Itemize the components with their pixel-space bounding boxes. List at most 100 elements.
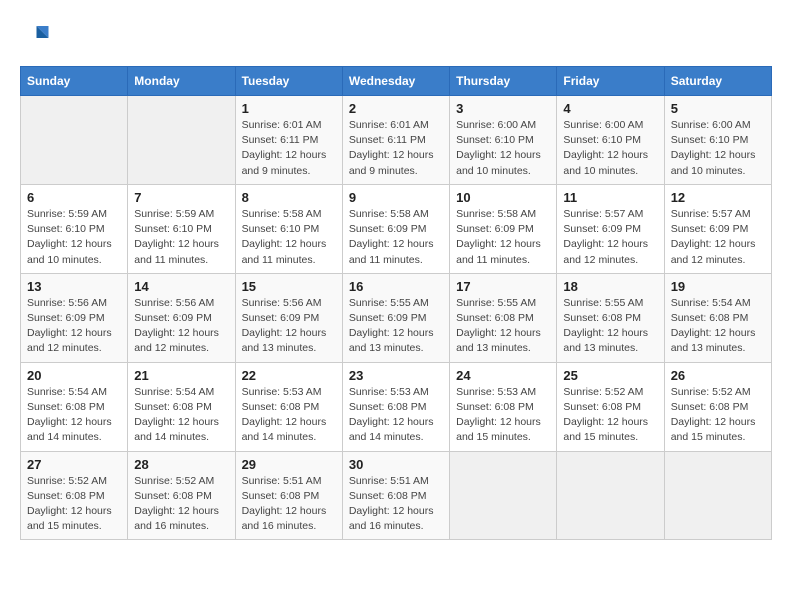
calendar-cell — [557, 451, 664, 540]
calendar-table: SundayMondayTuesdayWednesdayThursdayFrid… — [20, 66, 772, 540]
cell-content: Sunrise: 5:55 AMSunset: 6:08 PMDaylight:… — [563, 296, 657, 357]
calendar-cell: 16 Sunrise: 5:55 AMSunset: 6:09 PMDayligh… — [342, 273, 449, 362]
day-number: 15 — [242, 279, 336, 294]
day-number: 8 — [242, 190, 336, 205]
calendar-cell: 9 Sunrise: 5:58 AMSunset: 6:09 PMDaylight… — [342, 184, 449, 273]
calendar-cell: 29Sunrise: 5:51 AMSunset: 6:08 PMDayligh… — [235, 451, 342, 540]
calendar-cell: 12 Sunrise: 5:57 AMSunset: 6:09 PMDayligh… — [664, 184, 771, 273]
cell-content: Sunrise: 5:54 AMSunset: 6:08 PMDaylight:… — [27, 385, 121, 446]
day-number: 13 — [27, 279, 121, 294]
calendar-week-row: 27 Sunrise: 5:52 AMSunset: 6:08 PMDayligh… — [21, 451, 772, 540]
weekday-header: Thursday — [450, 67, 557, 96]
cell-content: Sunrise: 5:53 AMSunset: 6:08 PMDaylight:… — [242, 385, 336, 446]
day-number: 11 — [563, 190, 657, 205]
cell-content: Sunrise: 6:01 AMSunset: 6:11 PMDaylight:… — [242, 118, 336, 179]
cell-content: Sunrise: 5:58 AMSunset: 6:09 PMDaylight:… — [349, 207, 443, 268]
day-number: 5 — [671, 101, 765, 116]
day-number: 27 — [27, 457, 121, 472]
calendar-cell: 5 Sunrise: 6:00 AMSunset: 6:10 PMDaylight… — [664, 96, 771, 185]
day-number: 21 — [134, 368, 228, 383]
calendar-week-row: 6 Sunrise: 5:59 AMSunset: 6:10 PMDaylight… — [21, 184, 772, 273]
day-number: 2 — [349, 101, 443, 116]
calendar-cell: 24Sunrise: 5:53 AMSunset: 6:08 PMDayligh… — [450, 362, 557, 451]
day-number: 18 — [563, 279, 657, 294]
cell-content: Sunrise: 6:00 AMSunset: 6:10 PMDaylight:… — [671, 118, 765, 179]
calendar-cell: 8 Sunrise: 5:58 AMSunset: 6:10 PMDaylight… — [235, 184, 342, 273]
calendar-cell: 2 Sunrise: 6:01 AMSunset: 6:11 PMDaylight… — [342, 96, 449, 185]
calendar-cell: 21 Sunrise: 5:54 AMSunset: 6:08 PMDayligh… — [128, 362, 235, 451]
logo-icon — [20, 20, 50, 50]
cell-content: Sunrise: 5:55 AMSunset: 6:09 PMDaylight:… — [349, 296, 443, 357]
weekday-header: Saturday — [664, 67, 771, 96]
calendar-cell: 19 Sunrise: 5:54 AMSunset: 6:08 PMDayligh… — [664, 273, 771, 362]
cell-content: Sunrise: 6:01 AMSunset: 6:11 PMDaylight:… — [349, 118, 443, 179]
day-number: 19 — [671, 279, 765, 294]
cell-content: Sunrise: 5:52 AMSunset: 6:08 PMDaylight:… — [671, 385, 765, 446]
cell-content: Sunrise: 5:56 AMSunset: 6:09 PMDaylight:… — [242, 296, 336, 357]
cell-content: Sunrise: 5:52 AMSunset: 6:08 PMDaylight:… — [27, 474, 121, 535]
weekday-header: Sunday — [21, 67, 128, 96]
calendar-cell: 3 Sunrise: 6:00 AMSunset: 6:10 PMDaylight… — [450, 96, 557, 185]
cell-content: Sunrise: 5:53 AMSunset: 6:08 PMDaylight:… — [349, 385, 443, 446]
cell-content: Sunrise: 5:56 AMSunset: 6:09 PMDaylight:… — [27, 296, 121, 357]
calendar-cell — [128, 96, 235, 185]
calendar-cell: 25 Sunrise: 5:52 AMSunset: 6:08 PMDayligh… — [557, 362, 664, 451]
day-number: 6 — [27, 190, 121, 205]
calendar-cell: 17 Sunrise: 5:55 AMSunset: 6:08 PMDayligh… — [450, 273, 557, 362]
cell-content: Sunrise: 5:52 AMSunset: 6:08 PMDaylight:… — [563, 385, 657, 446]
cell-content: Sunrise: 5:57 AMSunset: 6:09 PMDaylight:… — [671, 207, 765, 268]
page-header — [20, 20, 772, 50]
calendar-cell: 23 Sunrise: 5:53 AMSunset: 6:08 PMDayligh… — [342, 362, 449, 451]
day-number: 22 — [242, 368, 336, 383]
calendar-cell — [450, 451, 557, 540]
cell-content: Sunrise: 5:51 AMSunset: 6:08 PMDaylight:… — [242, 474, 336, 535]
day-number: 25 — [563, 368, 657, 383]
cell-content: Sunrise: 5:51 AMSunset: 6:08 PMDaylight:… — [349, 474, 443, 535]
day-number: 23 — [349, 368, 443, 383]
calendar-cell — [664, 451, 771, 540]
calendar-cell: 11 Sunrise: 5:57 AMSunset: 6:09 PMDayligh… — [557, 184, 664, 273]
day-number: 4 — [563, 101, 657, 116]
day-number: 28 — [134, 457, 228, 472]
calendar-cell: 7 Sunrise: 5:59 AMSunset: 6:10 PMDaylight… — [128, 184, 235, 273]
weekday-header: Tuesday — [235, 67, 342, 96]
day-number: 20 — [27, 368, 121, 383]
day-number: 30 — [349, 457, 443, 472]
day-number: 7 — [134, 190, 228, 205]
day-number: 9 — [349, 190, 443, 205]
calendar-cell: 10Sunrise: 5:58 AMSunset: 6:09 PMDayligh… — [450, 184, 557, 273]
day-number: 14 — [134, 279, 228, 294]
day-number: 3 — [456, 101, 550, 116]
calendar-cell: 15 Sunrise: 5:56 AMSunset: 6:09 PMDayligh… — [235, 273, 342, 362]
calendar-cell: 6 Sunrise: 5:59 AMSunset: 6:10 PMDaylight… — [21, 184, 128, 273]
weekday-header: Wednesday — [342, 67, 449, 96]
calendar-cell: 14 Sunrise: 5:56 AMSunset: 6:09 PMDayligh… — [128, 273, 235, 362]
calendar-cell — [21, 96, 128, 185]
day-number: 17 — [456, 279, 550, 294]
cell-content: Sunrise: 5:54 AMSunset: 6:08 PMDaylight:… — [134, 385, 228, 446]
cell-content: Sunrise: 5:55 AMSunset: 6:08 PMDaylight:… — [456, 296, 550, 357]
cell-content: Sunrise: 5:54 AMSunset: 6:08 PMDaylight:… — [671, 296, 765, 357]
cell-content: Sunrise: 5:58 AMSunset: 6:10 PMDaylight:… — [242, 207, 336, 268]
cell-content: Sunrise: 6:00 AMSunset: 6:10 PMDaylight:… — [456, 118, 550, 179]
weekday-header: Friday — [557, 67, 664, 96]
calendar-cell: 18 Sunrise: 5:55 AMSunset: 6:08 PMDayligh… — [557, 273, 664, 362]
calendar-cell: 28Sunrise: 5:52 AMSunset: 6:08 PMDayligh… — [128, 451, 235, 540]
calendar-week-row: 1Sunrise: 6:01 AMSunset: 6:11 PMDaylight… — [21, 96, 772, 185]
calendar-cell: 27 Sunrise: 5:52 AMSunset: 6:08 PMDayligh… — [21, 451, 128, 540]
calendar-week-row: 20 Sunrise: 5:54 AMSunset: 6:08 PMDayligh… — [21, 362, 772, 451]
day-number: 16 — [349, 279, 443, 294]
cell-content: Sunrise: 5:58 AMSunset: 6:09 PMDaylight:… — [456, 207, 550, 268]
calendar-cell: 13 Sunrise: 5:56 AMSunset: 6:09 PMDayligh… — [21, 273, 128, 362]
calendar-cell: 30 Sunrise: 5:51 AMSunset: 6:08 PMDayligh… — [342, 451, 449, 540]
logo — [20, 20, 54, 50]
day-number: 12 — [671, 190, 765, 205]
cell-content: Sunrise: 5:57 AMSunset: 6:09 PMDaylight:… — [563, 207, 657, 268]
calendar-body: 1Sunrise: 6:01 AMSunset: 6:11 PMDaylight… — [21, 96, 772, 540]
cell-content: Sunrise: 5:59 AMSunset: 6:10 PMDaylight:… — [27, 207, 121, 268]
calendar-cell: 26 Sunrise: 5:52 AMSunset: 6:08 PMDayligh… — [664, 362, 771, 451]
day-number: 26 — [671, 368, 765, 383]
calendar-cell: 1Sunrise: 6:01 AMSunset: 6:11 PMDaylight… — [235, 96, 342, 185]
cell-content: Sunrise: 5:59 AMSunset: 6:10 PMDaylight:… — [134, 207, 228, 268]
cell-content: Sunrise: 5:56 AMSunset: 6:09 PMDaylight:… — [134, 296, 228, 357]
